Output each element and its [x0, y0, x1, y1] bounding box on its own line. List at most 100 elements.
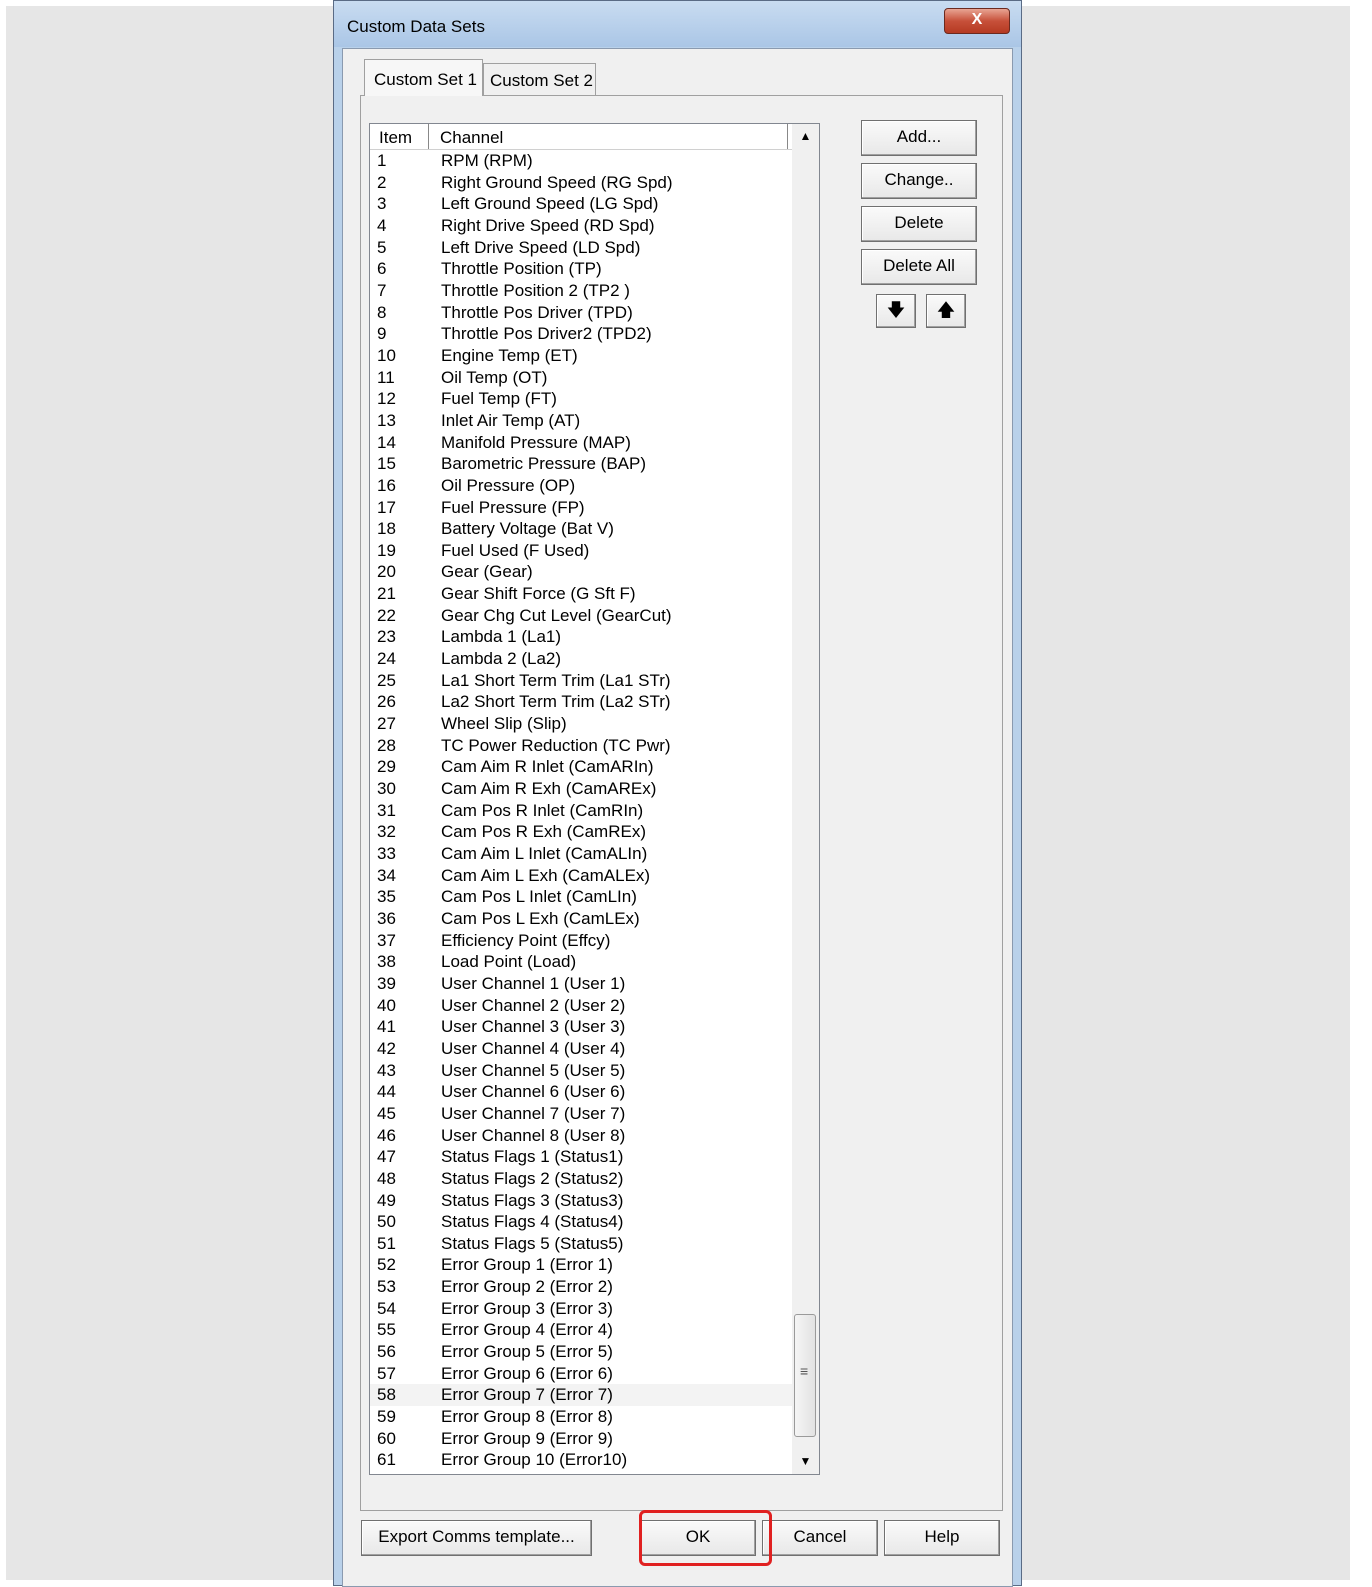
list-item[interactable]: 44 User Channel 6 (User 6)	[370, 1081, 792, 1103]
list-item[interactable]: 56 Error Group 5 (Error 5)	[370, 1341, 792, 1363]
list-item[interactable]: 3 Left Ground Speed (LG Spd)	[370, 193, 792, 215]
close-button[interactable]: X	[944, 8, 1010, 34]
list-item[interactable]: 12 Fuel Temp (FT)	[370, 388, 792, 410]
list-item[interactable]: 35 Cam Pos L Inlet (CamLIn)	[370, 886, 792, 908]
list-item[interactable]: 45 User Channel 7 (User 7)	[370, 1103, 792, 1125]
list-item[interactable]: 19 Fuel Used (F Used)	[370, 540, 792, 562]
list-item[interactable]: 46 User Channel 8 (User 8)	[370, 1125, 792, 1147]
list-item[interactable]: 21 Gear Shift Force (G Sft F)	[370, 583, 792, 605]
custom-data-sets-dialog: Custom Data Sets X Custom Set 1 Custom S…	[333, 0, 1022, 1587]
cancel-button[interactable]: Cancel	[762, 1520, 878, 1556]
list-item[interactable]: 26 La2 Short Term Trim (La2 STr)	[370, 691, 792, 713]
column-header-item[interactable]: Item	[370, 124, 429, 149]
list-item[interactable]: 34 Cam Aim L Exh (CamALEx)	[370, 865, 792, 887]
list-item[interactable]: 15 Barometric Pressure (BAP)	[370, 453, 792, 475]
move-down-button[interactable]: 🡇	[876, 294, 916, 328]
tab-custom-set-2[interactable]: Custom Set 2	[483, 63, 596, 95]
list-item[interactable]: 11 Oil Temp (OT)	[370, 367, 792, 389]
list-item[interactable]: 4 Right Drive Speed (RD Spd)	[370, 215, 792, 237]
list-item[interactable]: 53 Error Group 2 (Error 2)	[370, 1276, 792, 1298]
list-item[interactable]: 14 Manifold Pressure (MAP)	[370, 432, 792, 454]
help-button[interactable]: Help	[884, 1520, 1000, 1556]
title-bar[interactable]: Custom Data Sets X	[334, 1, 1021, 47]
item-number: 36	[377, 908, 396, 928]
channel-list[interactable]: Item Channel 1 RPM (RPM) 2 Right Ground Spe…	[369, 123, 820, 1475]
delete-all-button[interactable]: Delete All	[861, 249, 977, 285]
list-item[interactable]: 52 Error Group 1 (Error 1)	[370, 1254, 792, 1276]
channel-name: Engine Temp (ET)	[441, 345, 578, 365]
list-item[interactable]: 27 Wheel Slip (Slip)	[370, 713, 792, 735]
list-item[interactable]: 23 Lambda 1 (La1)	[370, 626, 792, 648]
item-number: 56	[377, 1342, 396, 1362]
item-number: 30	[377, 779, 396, 799]
list-item[interactable]: 18 Battery Voltage (Bat V)	[370, 518, 792, 540]
item-number: 34	[377, 865, 396, 885]
list-item[interactable]: 40 User Channel 2 (User 2)	[370, 995, 792, 1017]
list-item[interactable]: 24 Lambda 2 (La2)	[370, 648, 792, 670]
tab-custom-set-1[interactable]: Custom Set 1	[364, 59, 483, 96]
list-item[interactable]: 58 Error Group 7 (Error 7)	[370, 1384, 792, 1407]
channel-name: Left Drive Speed (LD Spd)	[441, 237, 641, 257]
list-item[interactable]: 1 RPM (RPM)	[370, 150, 792, 172]
channel-name: Right Ground Speed (RG Spd)	[441, 172, 673, 192]
list-item[interactable]: 9 Throttle Pos Driver2 (TPD2)	[370, 323, 792, 345]
scroll-down-button[interactable]: ▼	[792, 1449, 819, 1474]
list-item[interactable]: 7 Throttle Position 2 (TP2 )	[370, 280, 792, 302]
list-item[interactable]: 41 User Channel 3 (User 3)	[370, 1016, 792, 1038]
list-item[interactable]: 8 Throttle Pos Driver (TPD)	[370, 302, 792, 324]
list-item[interactable]: 39 User Channel 1 (User 1)	[370, 973, 792, 995]
item-number: 60	[377, 1428, 396, 1448]
list-item[interactable]: 10 Engine Temp (ET)	[370, 345, 792, 367]
move-up-button[interactable]: 🡅	[926, 294, 966, 328]
grip-icon: ≡	[800, 1363, 809, 1379]
scroll-thumb[interactable]: ≡	[794, 1314, 816, 1437]
list-item[interactable]: 17 Fuel Pressure (FP)	[370, 497, 792, 519]
list-item[interactable]: 54 Error Group 3 (Error 3)	[370, 1298, 792, 1320]
scroll-up-button[interactable]: ▲	[792, 124, 819, 149]
list-item[interactable]: 31 Cam Pos R Inlet (CamRIn)	[370, 800, 792, 822]
change-button[interactable]: Change..	[861, 163, 977, 199]
list-item[interactable]: 43 User Channel 5 (User 5)	[370, 1060, 792, 1082]
list-item[interactable]: 37 Efficiency Point (Effcy)	[370, 930, 792, 952]
list-item[interactable]: 49 Status Flags 3 (Status3)	[370, 1190, 792, 1212]
channel-name: Error Group 5 (Error 5)	[441, 1342, 613, 1362]
list-item[interactable]: 5 Left Drive Speed (LD Spd)	[370, 237, 792, 259]
list-item[interactable]: 47 Status Flags 1 (Status1)	[370, 1146, 792, 1168]
list-item[interactable]: 29 Cam Aim R Inlet (CamARIn)	[370, 756, 792, 778]
list-item[interactable]: 6 Throttle Position (TP)	[370, 258, 792, 280]
list-item[interactable]: 20 Gear (Gear)	[370, 561, 792, 583]
list-item[interactable]: 33 Cam Aim L Inlet (CamALIn)	[370, 843, 792, 865]
list-item[interactable]: 38 Load Point (Load)	[370, 951, 792, 973]
list-item[interactable]: 13 Inlet Air Temp (AT)	[370, 410, 792, 432]
list-item[interactable]: 25 La1 Short Term Trim (La1 STr)	[370, 670, 792, 692]
channel-name: Status Flags 2 (Status2)	[441, 1168, 624, 1188]
list-item[interactable]: 32 Cam Pos R Exh (CamREx)	[370, 821, 792, 843]
list-item[interactable]: 16 Oil Pressure (OP)	[370, 475, 792, 497]
vertical-scrollbar[interactable]: ▲ ≡ ▼	[792, 124, 819, 1474]
delete-button[interactable]: Delete	[861, 206, 977, 242]
list-item[interactable]: 22 Gear Chg Cut Level (GearCut)	[370, 605, 792, 627]
channel-name: Inlet Air Temp (AT)	[441, 410, 581, 430]
list-item[interactable]: 51 Status Flags 5 (Status5)	[370, 1233, 792, 1255]
channel-name: TC Power Reduction (TC Pwr)	[441, 735, 671, 755]
item-number: 29	[377, 757, 396, 777]
list-item[interactable]: 55 Error Group 4 (Error 4)	[370, 1319, 792, 1341]
list-item[interactable]: 42 User Channel 4 (User 4)	[370, 1038, 792, 1060]
list-item[interactable]: 36 Cam Pos L Exh (CamLEx)	[370, 908, 792, 930]
channel-name: Error Group 1 (Error 1)	[441, 1255, 613, 1275]
item-number: 6	[377, 259, 387, 279]
list-item[interactable]: 30 Cam Aim R Exh (CamAREx)	[370, 778, 792, 800]
list-item[interactable]: 59 Error Group 8 (Error 8)	[370, 1406, 792, 1428]
column-header-channel[interactable]: Channel	[430, 124, 788, 149]
export-comms-template-button[interactable]: Export Comms template...	[361, 1520, 592, 1556]
list-item[interactable]: 50 Status Flags 4 (Status4)	[370, 1211, 792, 1233]
channel-name: Battery Voltage (Bat V)	[441, 519, 614, 539]
list-item[interactable]: 28 TC Power Reduction (TC Pwr)	[370, 735, 792, 757]
list-item[interactable]: 48 Status Flags 2 (Status2)	[370, 1168, 792, 1190]
add-button[interactable]: Add...	[861, 120, 977, 156]
list-item[interactable]: 60 Error Group 9 (Error 9)	[370, 1428, 792, 1450]
list-item[interactable]: 2 Right Ground Speed (RG Spd)	[370, 172, 792, 194]
list-item[interactable]: 57 Error Group 6 (Error 6)	[370, 1363, 792, 1385]
list-item[interactable]: 61 Error Group 10 (Error10)	[370, 1449, 792, 1471]
item-number: 59	[377, 1407, 396, 1427]
